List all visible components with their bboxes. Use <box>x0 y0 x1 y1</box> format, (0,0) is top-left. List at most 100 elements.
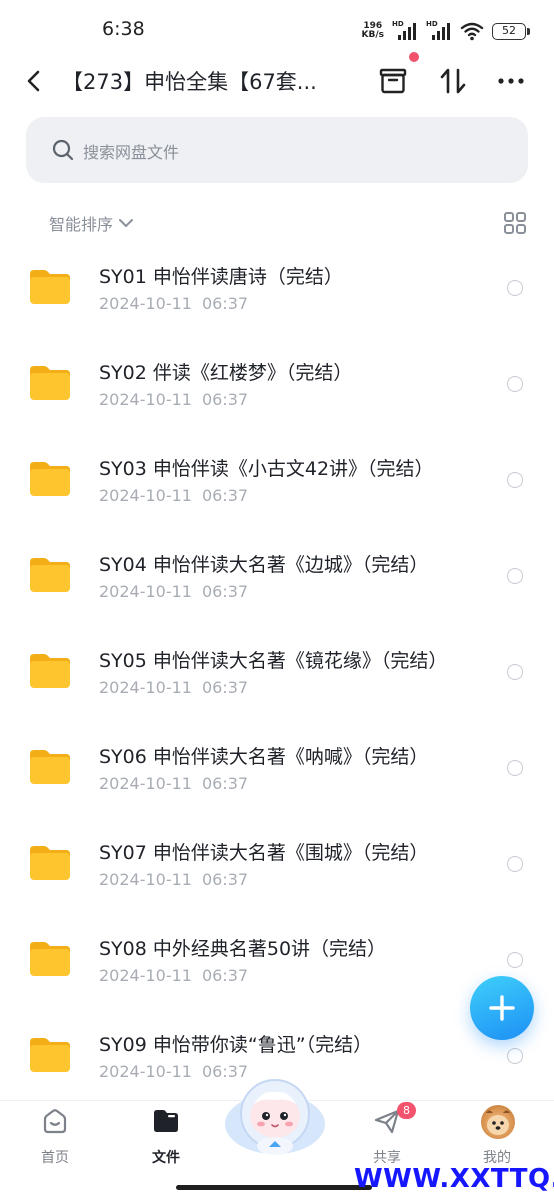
file-list-item[interactable]: SY06 申怡伴读大名著《呐喊》（完结） 2024-10-11 06:37 <box>0 730 554 826</box>
folder-icon <box>30 846 70 880</box>
archive-box-icon <box>379 68 407 94</box>
file-modified-date: 2024-10-11 06:37 <box>99 966 248 985</box>
network-speed: 196 KB/s <box>362 22 384 40</box>
app-screen: 6:38 196 KB/s HD HD 52 【273】申怡全集【67套... … <box>0 0 554 1200</box>
add-button[interactable] <box>470 976 534 1040</box>
folder-icon <box>30 462 70 496</box>
file-modified-date: 2024-10-11 06:37 <box>99 582 248 601</box>
folder-icon <box>30 558 70 592</box>
folder-icon <box>30 366 70 400</box>
battery-icon: 52 <box>492 22 530 40</box>
search-input[interactable]: 搜索网盘文件 <box>26 117 528 183</box>
sort-dropdown[interactable]: 智能排序 <box>49 211 135 235</box>
select-checkbox[interactable] <box>507 376 523 392</box>
status-time: 6:38 <box>102 18 145 40</box>
signal-sim1-icon: HD <box>392 20 418 42</box>
status-indicators: 196 KB/s HD HD 52 <box>362 18 530 44</box>
folder-icon <box>30 270 70 304</box>
file-time: 06:37 <box>201 294 249 313</box>
file-date: 2024-10-11 <box>99 1062 192 1081</box>
folder-tab-icon <box>154 1110 178 1132</box>
nav-home-label: 首页 <box>41 1150 69 1166</box>
status-bar: 6:38 196 KB/s HD HD 52 <box>0 0 554 60</box>
sim2-hd-label: HD <box>426 20 438 28</box>
select-checkbox[interactable] <box>507 664 523 680</box>
sim1-hd-label: HD <box>392 20 404 28</box>
select-checkbox[interactable] <box>507 760 523 776</box>
astronaut-mascot-icon <box>225 1079 325 1155</box>
signal-sim2-icon: HD <box>426 20 452 42</box>
file-modified-date: 2024-10-11 06:37 <box>99 774 248 793</box>
chevron-left-icon <box>27 70 40 92</box>
select-checkbox[interactable] <box>507 568 523 584</box>
file-name: SY06 申怡伴读大名著《呐喊》（完结） <box>99 746 429 768</box>
file-date: 2024-10-11 <box>99 294 192 313</box>
watermark: WWW.XXTTQ.COM <box>354 1164 554 1194</box>
archive-button[interactable] <box>376 64 410 98</box>
file-date: 2024-10-11 <box>99 678 192 697</box>
more-button[interactable] <box>494 64 528 98</box>
file-list: SY01 申怡伴读唐诗（完结） 2024-10-11 06:37 SY02 伴读《… <box>0 250 554 1114</box>
file-date: 2024-10-11 <box>99 870 192 889</box>
file-name: SY09 申怡带你读“鲁迅”（完结） <box>99 1034 373 1056</box>
file-time: 06:37 <box>201 966 249 985</box>
folder-icon <box>30 942 70 976</box>
share-badge: 8 <box>397 1102 416 1119</box>
avatar <box>481 1105 515 1139</box>
home-icon <box>43 1109 67 1134</box>
file-name: SY01 申怡伴读唐诗（完结） <box>99 266 343 288</box>
file-modified-date: 2024-10-11 06:37 <box>99 294 248 313</box>
back-button[interactable] <box>18 64 52 98</box>
file-time: 06:37 <box>201 678 249 697</box>
page-title: 【273】申怡全集【67套... <box>62 70 317 94</box>
nav-home[interactable]: 首页 <box>15 1101 95 1181</box>
file-modified-date: 2024-10-11 06:37 <box>99 486 248 505</box>
file-list-item[interactable]: SY05 申怡伴读大名著《镜花缘》（完结） 2024-10-11 06:37 <box>0 634 554 730</box>
sort-label: 智能排序 <box>49 215 114 234</box>
file-time: 06:37 <box>201 870 249 889</box>
select-checkbox[interactable] <box>507 472 523 488</box>
grid-view-button[interactable] <box>503 211 527 235</box>
file-name: SY05 申怡伴读大名著《镜花缘》（完结） <box>99 650 448 672</box>
file-list-item[interactable]: SY07 申怡伴读大名著《围城》（完结） 2024-10-11 06:37 <box>0 826 554 922</box>
file-modified-date: 2024-10-11 06:37 <box>99 678 248 697</box>
file-date: 2024-10-11 <box>99 774 192 793</box>
file-date: 2024-10-11 <box>99 486 192 505</box>
file-time: 06:37 <box>201 390 249 409</box>
file-time: 06:37 <box>201 486 249 505</box>
file-list-item[interactable]: SY03 申怡伴读《小古文42讲》（完结） 2024-10-11 06:37 <box>0 442 554 538</box>
file-date: 2024-10-11 <box>99 966 192 985</box>
chevron-down-icon <box>119 219 134 227</box>
transfer-arrows-icon <box>440 68 466 94</box>
select-checkbox[interactable] <box>507 280 523 296</box>
select-checkbox[interactable] <box>507 952 523 968</box>
network-speed-unit: KB/s <box>361 30 384 40</box>
select-checkbox[interactable] <box>507 1048 523 1064</box>
file-time: 06:37 <box>201 774 249 793</box>
file-name: SY02 伴读《红楼梦》（完结） <box>99 362 353 384</box>
select-checkbox[interactable] <box>507 856 523 872</box>
more-horizontal-icon <box>498 78 524 84</box>
home-indicator <box>176 1185 372 1190</box>
folder-icon <box>30 750 70 784</box>
file-time: 06:37 <box>201 582 249 601</box>
nav-files[interactable]: 文件 <box>126 1101 206 1181</box>
file-list-item[interactable]: SY02 伴读《红楼梦》（完结） 2024-10-11 06:37 <box>0 346 554 442</box>
file-modified-date: 2024-10-11 06:37 <box>99 390 248 409</box>
file-date: 2024-10-11 <box>99 582 192 601</box>
file-list-item[interactable]: SY01 申怡伴读唐诗（完结） 2024-10-11 06:37 <box>0 250 554 346</box>
transfer-button[interactable] <box>436 64 470 98</box>
file-name: SY08 中外经典名著50讲（完结） <box>99 938 387 960</box>
plus-icon <box>489 995 515 1021</box>
notification-dot <box>409 52 419 62</box>
file-date: 2024-10-11 <box>99 390 192 409</box>
grid-view-icon <box>504 212 526 234</box>
file-name: SY03 申怡伴读《小古文42讲》（完结） <box>99 458 434 480</box>
nav-files-label: 文件 <box>152 1150 180 1166</box>
file-name: SY04 申怡伴读大名著《边城》（完结） <box>99 554 429 576</box>
mascot-button[interactable] <box>222 1074 328 1158</box>
top-header: 【273】申怡全集【67套... <box>0 52 554 110</box>
file-list-item[interactable]: SY04 申怡伴读大名著《边城》（完结） 2024-10-11 06:37 <box>0 538 554 634</box>
folder-icon <box>30 654 70 688</box>
file-modified-date: 2024-10-11 06:37 <box>99 870 248 889</box>
